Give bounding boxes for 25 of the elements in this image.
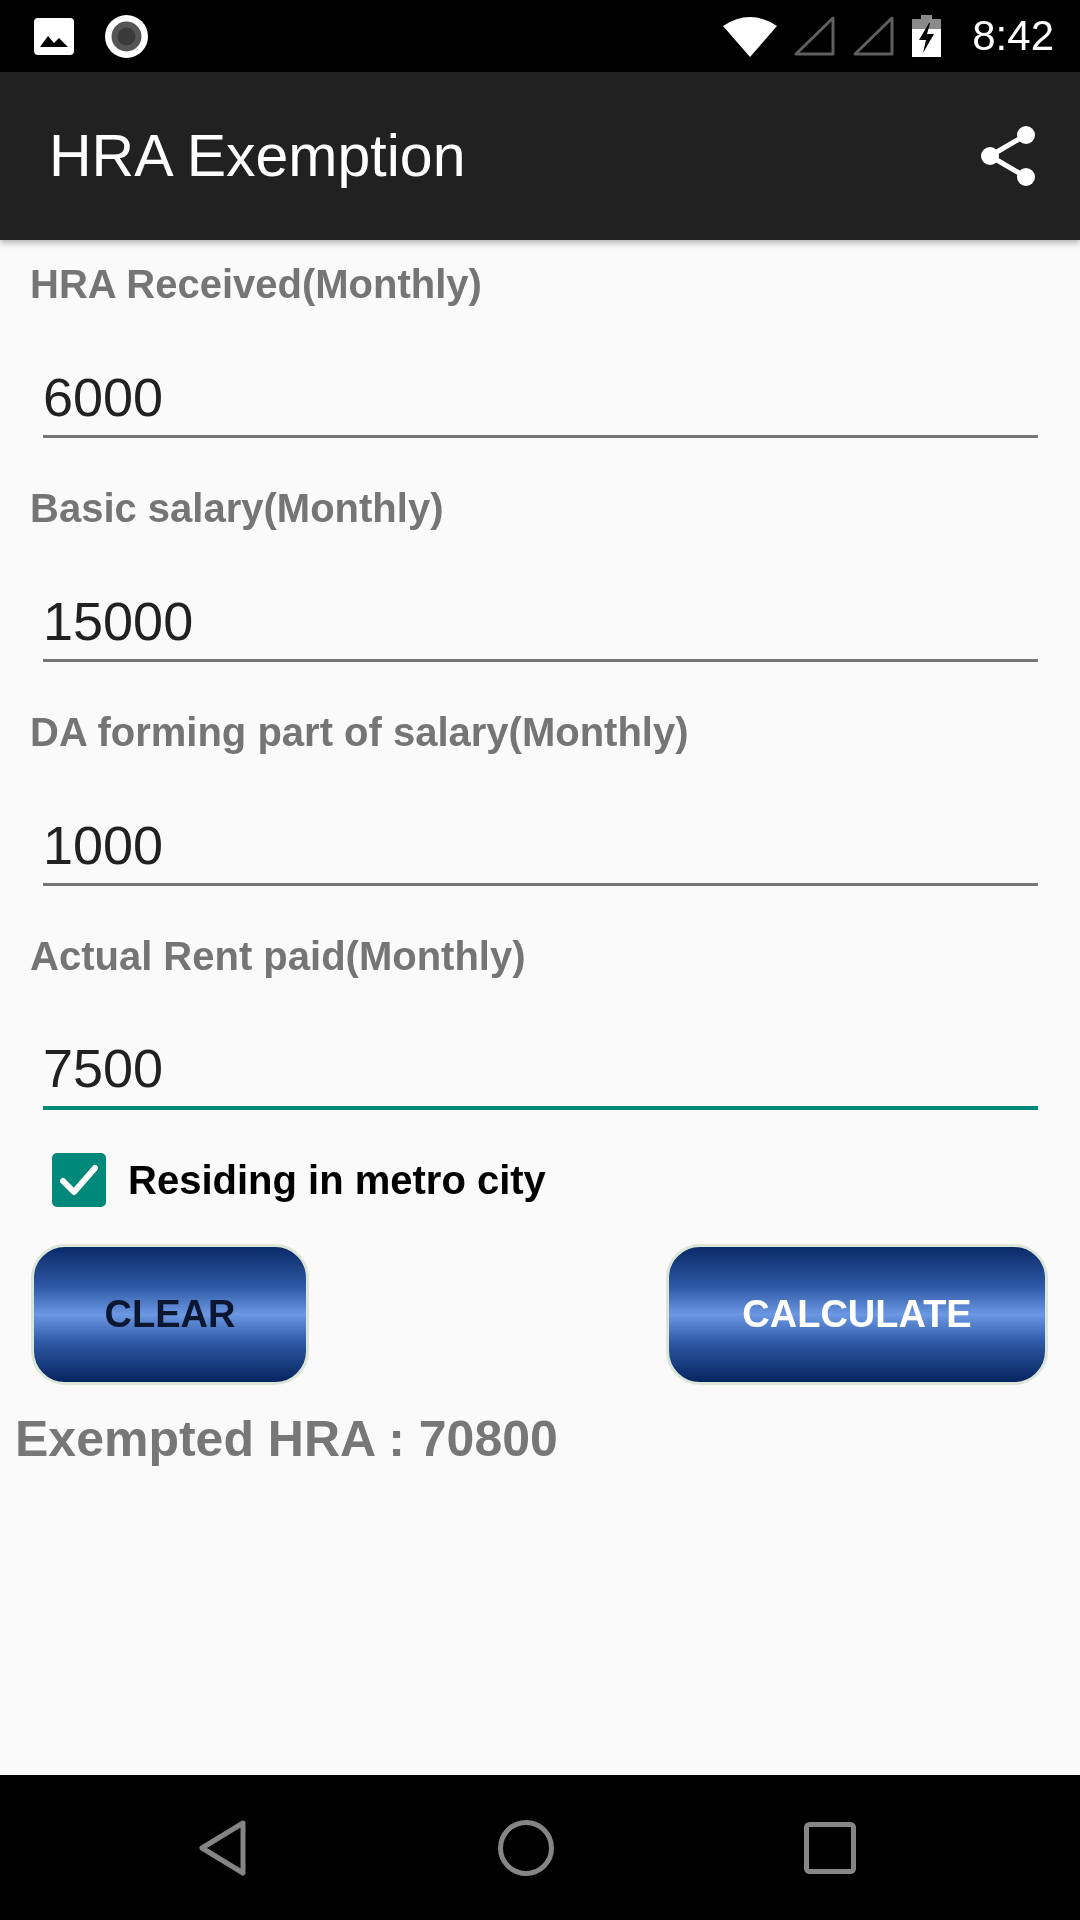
signal-icon <box>852 15 896 57</box>
checkbox[interactable] <box>52 1153 106 1207</box>
home-icon[interactable] <box>498 1819 554 1876</box>
share-icon[interactable] <box>980 125 1036 187</box>
app-title: HRA Exemption <box>49 122 466 190</box>
calculate-button[interactable]: CALCULATE <box>666 1244 1048 1385</box>
field-label: Basic salary(Monthly) <box>30 485 444 532</box>
input-field[interactable]: 1000 <box>43 806 1038 886</box>
recents-icon[interactable] <box>804 1821 856 1874</box>
status-time: 8:42 <box>972 12 1054 60</box>
input-field[interactable]: 6000 <box>43 358 1038 438</box>
field-label: Actual Rent paid(Monthly) <box>30 933 526 980</box>
field-label: DA forming part of salary(Monthly) <box>30 709 689 756</box>
checkbox-label: Residing in metro city <box>128 1157 546 1204</box>
field-label: HRA Received(Monthly) <box>30 261 482 308</box>
battery-charging-icon <box>911 15 943 57</box>
clear-button[interactable]: CLEAR <box>31 1244 309 1385</box>
signal-icon <box>793 15 837 57</box>
result-text: Exempted HRA : 70800 <box>15 1413 558 1465</box>
back-icon[interactable] <box>198 1818 248 1877</box>
input-field[interactable]: 15000 <box>43 582 1038 662</box>
input-field[interactable]: 7500 <box>43 1030 1038 1110</box>
circle-dot-icon <box>105 14 148 58</box>
image-icon <box>34 17 74 55</box>
wifi-icon <box>723 15 778 57</box>
